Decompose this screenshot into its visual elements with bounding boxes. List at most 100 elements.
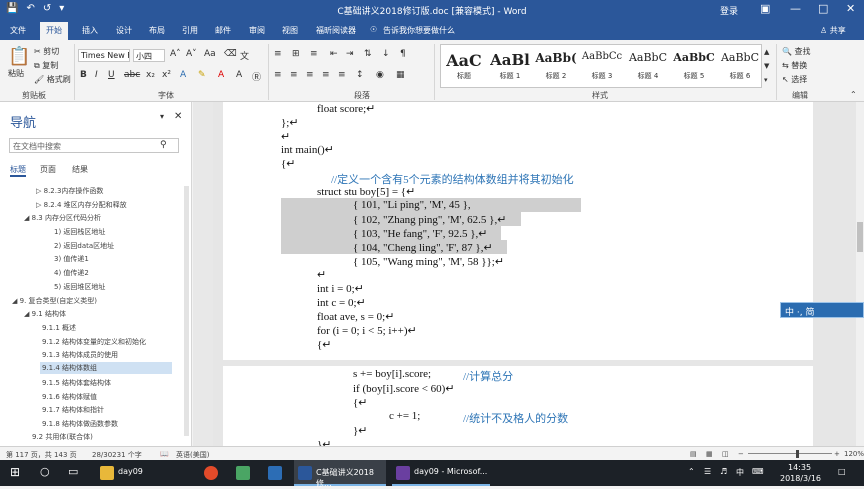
print-layout-icon[interactable]: ▦ xyxy=(706,450,713,458)
styles-scroll-up-icon[interactable]: ▲ xyxy=(764,48,769,56)
distributed-icon[interactable]: ≡ xyxy=(338,70,346,80)
multilevel-list-icon[interactable]: ≡ xyxy=(310,49,318,59)
select-button[interactable]: ↖ 选择 xyxy=(782,74,807,85)
search-icon[interactable]: ⚲ xyxy=(160,140,167,150)
taskbar-window-explorer[interactable]: day09 xyxy=(96,460,194,486)
style-heading-1[interactable]: AaBl 标题 1 xyxy=(487,45,533,87)
line-spacing-icon[interactable]: ↕ xyxy=(356,70,364,80)
font-name-select[interactable]: Times New F xyxy=(78,49,130,62)
nav-tab-headings[interactable]: 标题 xyxy=(10,164,26,177)
nav-item[interactable]: 9.1.7 结构体和指针 xyxy=(42,405,104,415)
close-icon[interactable]: ✕ xyxy=(846,2,855,15)
strikethrough-icon[interactable]: abc xyxy=(124,70,140,80)
nav-item[interactable]: 9.1.5 结构体套结构体 xyxy=(42,378,111,388)
nav-item[interactable]: 3) 值传递1 xyxy=(54,254,89,264)
nav-item[interactable]: ▷ 8.2.4 堆区内存分配和释放 xyxy=(36,200,127,210)
nav-tab-results[interactable]: 结果 xyxy=(72,164,88,175)
underline-icon[interactable]: U xyxy=(108,70,115,80)
style-heading-3[interactable]: AaBbCc 标题 3 xyxy=(579,45,625,87)
phonetic-icon[interactable]: 文 xyxy=(240,49,249,62)
nav-item[interactable]: 9.1.6 结构体赋值 xyxy=(42,392,97,402)
taskbar-window-visual-studio[interactable]: day09 - Microsof... xyxy=(392,460,490,486)
nav-item[interactable]: 5) 返回堆区地址 xyxy=(54,282,105,292)
paste-button[interactable]: 粘贴 xyxy=(8,68,24,79)
zoom-in-icon[interactable]: + xyxy=(834,450,840,458)
search-icon[interactable]: ○ xyxy=(40,465,50,478)
tab-insert[interactable]: 插入 xyxy=(82,25,98,36)
nav-close-icon[interactable]: ✕ xyxy=(174,111,182,122)
windows-start-icon[interactable]: ⊞ xyxy=(10,465,20,479)
volume-icon[interactable]: ♬ xyxy=(720,467,727,476)
italic-icon[interactable]: I xyxy=(95,70,98,80)
nav-item[interactable]: 9.2 共用体(联合体) xyxy=(32,432,93,442)
borders-icon[interactable]: ▦ xyxy=(396,70,405,80)
enclose-char-icon[interactable]: Ⓡ xyxy=(252,70,261,83)
font-size-select[interactable]: 小四 xyxy=(133,49,165,62)
sort-icon[interactable]: ↓ xyxy=(382,49,390,59)
style-heading-4[interactable]: AaBbC 标题 4 xyxy=(625,45,671,87)
tab-review[interactable]: 审阅 xyxy=(249,25,265,36)
word-count[interactable]: 28/30231 个字 xyxy=(92,450,142,460)
clear-format-icon[interactable]: ⌫ xyxy=(224,49,237,59)
font-color-icon[interactable]: A xyxy=(218,70,224,80)
nav-item[interactable]: 1) 返回栈区地址 xyxy=(54,227,105,237)
network-icon[interactable]: ☰ xyxy=(704,467,711,476)
nav-options-icon[interactable]: ▾ xyxy=(160,112,164,121)
nav-item[interactable]: 9.1.3 结构体成员的使用 xyxy=(42,350,118,360)
style-heading-5[interactable]: AaBbC 标题 5 xyxy=(671,45,717,87)
clock-time[interactable]: 14:35 xyxy=(788,463,811,472)
nav-item[interactable]: 9.1.2 结构体变量的定义和初始化 xyxy=(42,337,146,347)
bold-icon[interactable]: B xyxy=(80,70,87,80)
style-title[interactable]: AaC 标题 xyxy=(441,45,487,87)
taskbar-window-word[interactable]: C基础讲义2018修... xyxy=(294,460,386,488)
share-button[interactable]: ♙ 共享 xyxy=(820,25,846,36)
nav-tab-pages[interactable]: 页面 xyxy=(40,164,56,175)
nav-item-selected[interactable]: 9.1.4 结构体数组 xyxy=(40,362,172,374)
styles-more-icon[interactable]: ▾ xyxy=(764,76,768,84)
tab-file[interactable]: 文件 xyxy=(10,25,26,36)
subscript-icon[interactable]: x₂ xyxy=(146,70,155,80)
tray-expand-icon[interactable]: ⌃ xyxy=(688,467,695,476)
web-layout-icon[interactable]: ◫ xyxy=(722,450,729,458)
tab-home[interactable]: 开始 xyxy=(40,22,68,40)
justify-icon[interactable]: ≡ xyxy=(322,70,330,80)
shading-icon[interactable]: ◉ xyxy=(376,70,384,80)
task-view-icon[interactable]: ▭ xyxy=(68,465,78,478)
login-link[interactable]: 登录 xyxy=(720,4,738,17)
zoom-slider-thumb[interactable] xyxy=(796,450,799,458)
nav-item[interactable]: ◢ 8.3 内存分区代码分析 xyxy=(24,213,101,223)
grow-font-icon[interactable]: A˄ xyxy=(170,49,181,59)
styles-scroll-down-icon[interactable]: ▼ xyxy=(764,62,769,70)
bullets-icon[interactable]: ≡ xyxy=(274,49,282,59)
tab-mailings[interactable]: 邮件 xyxy=(215,25,231,36)
ribbon-display-icon[interactable]: ▣ xyxy=(760,2,770,15)
tab-design[interactable]: 设计 xyxy=(116,25,132,36)
tab-view[interactable]: 视图 xyxy=(282,25,298,36)
tab-layout[interactable]: 布局 xyxy=(149,25,165,36)
paste-icon[interactable]: 📋 xyxy=(8,46,30,67)
ime-tray-label[interactable]: 中 xyxy=(736,467,744,478)
read-mode-icon[interactable]: ▤ xyxy=(690,450,697,458)
replace-button[interactable]: ⇆ 替换 xyxy=(782,60,807,71)
proofing-icon[interactable]: 📖 xyxy=(160,450,169,458)
tab-foxit[interactable]: 福昕阅读器 xyxy=(316,25,356,36)
notifications-icon[interactable]: □ xyxy=(838,467,846,476)
zoom-level[interactable]: 120% xyxy=(844,450,864,458)
scrollbar-thumb[interactable] xyxy=(857,222,863,252)
tab-references[interactable]: 引用 xyxy=(182,25,198,36)
show-marks-icon[interactable]: ¶ xyxy=(400,49,406,59)
clock-date[interactable]: 2018/3/16 xyxy=(780,474,821,483)
align-right-icon[interactable]: ≡ xyxy=(306,70,314,80)
style-heading-6[interactable]: AaBbC 标题 6 xyxy=(717,45,763,87)
app-icon[interactable] xyxy=(236,466,250,480)
chinese-layout-icon[interactable]: ⇅ xyxy=(364,49,372,59)
align-left-icon[interactable]: ≡ xyxy=(274,70,282,80)
align-center-icon[interactable]: ≡ xyxy=(290,70,298,80)
nav-scrollbar[interactable] xyxy=(184,186,189,436)
zoom-slider[interactable] xyxy=(748,453,832,454)
find-button[interactable]: 🔍 查找 xyxy=(782,46,811,57)
maximize-icon[interactable]: □ xyxy=(818,2,828,15)
language-label[interactable]: 英语(美国) xyxy=(176,450,209,460)
nav-item[interactable]: ◢ 9.1 结构体 xyxy=(24,309,66,319)
superscript-icon[interactable]: x² xyxy=(162,70,171,80)
